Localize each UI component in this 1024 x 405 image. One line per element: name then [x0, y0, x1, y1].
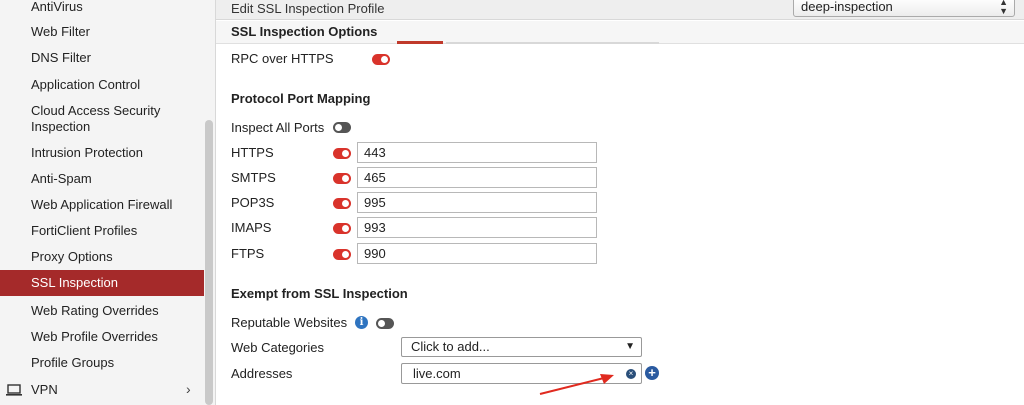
- exempt-heading: Exempt from SSL Inspection: [231, 286, 408, 301]
- toggle-knob: [335, 124, 342, 131]
- smtps-toggle[interactable]: [333, 173, 351, 184]
- sidebar-item-label: Proxy Options: [31, 249, 113, 264]
- sidebar-item-label: Anti-Spam: [31, 171, 92, 186]
- rpc-over-https-toggle[interactable]: [372, 54, 390, 65]
- sidebar-item-profile-groups[interactable]: Profile Groups: [0, 355, 204, 371]
- inspect-all-ports-toggle[interactable]: [333, 122, 351, 133]
- sidebar-scrollbar[interactable]: [205, 120, 213, 405]
- sidebar-item-web-rating-overrides[interactable]: Web Rating Overrides: [0, 303, 204, 319]
- port-label-pop3s: POP3S: [231, 195, 275, 210]
- profile-select-value: deep-inspection: [801, 0, 893, 14]
- sidebar-item-label: FortiClient Profiles: [31, 223, 138, 238]
- web-categories-value: Click to add...: [411, 339, 490, 354]
- remove-address-icon[interactable]: ×: [626, 369, 636, 379]
- web-categories-select[interactable]: Click to add... ▼: [401, 337, 642, 357]
- rpc-over-https-label: RPC over HTTPS: [231, 51, 334, 66]
- toggle-knob: [342, 175, 349, 182]
- sidebar-item-anti-spam[interactable]: Anti-Spam: [0, 171, 204, 187]
- sidebar-item-intrusion-protection[interactable]: Intrusion Protection: [0, 145, 204, 161]
- inspect-all-ports-label: Inspect All Ports: [231, 120, 325, 135]
- protocol-port-mapping-heading: Protocol Port Mapping: [231, 91, 371, 106]
- reputable-websites-toggle[interactable]: [376, 318, 394, 329]
- sidebar-item-label: Web Profile Overrides: [31, 329, 158, 344]
- reputable-websites-label: Reputable Websites: [231, 315, 348, 330]
- sidebar-item-label: DNS Filter: [31, 50, 91, 65]
- sidebar-item-label: SSL Inspection: [31, 275, 118, 290]
- sidebar-item-label: AntiVirus: [31, 0, 83, 14]
- sidebar-item-antivirus[interactable]: AntiVirus: [0, 0, 204, 15]
- active-tab-indicator: [397, 41, 443, 44]
- sidebar-item-web-filter[interactable]: Web Filter: [0, 24, 204, 40]
- toggle-knob: [381, 56, 388, 63]
- port-label-smtps: SMTPS: [231, 170, 276, 185]
- sidebar-item-vpn[interactable]: VPN ›: [0, 381, 204, 398]
- sidebar-item-proxy-options[interactable]: Proxy Options: [0, 249, 204, 265]
- sidebar-item-forticlient-profiles[interactable]: FortiClient Profiles: [0, 223, 204, 239]
- sidebar-item-label: Intrusion Protection: [31, 145, 144, 160]
- toggle-knob: [342, 251, 349, 258]
- addresses-label: Addresses: [231, 366, 293, 381]
- updown-arrows-icon: ▲ ▼: [999, 0, 1008, 16]
- ftps-port-input[interactable]: [357, 243, 597, 264]
- pop3s-toggle[interactable]: [333, 198, 351, 209]
- sidebar-item-web-profile-overrides[interactable]: Web Profile Overrides: [0, 329, 204, 345]
- ftps-toggle[interactable]: [333, 249, 351, 260]
- main-panel: Edit SSL Inspection Profile deep-inspect…: [216, 0, 1024, 405]
- profile-select[interactable]: deep-inspection ▲ ▼: [793, 0, 1015, 17]
- page-title: Edit SSL Inspection Profile: [231, 1, 385, 16]
- section-bar: SSL Inspection Options: [216, 21, 1024, 44]
- port-label-imaps: IMAPS: [231, 220, 272, 235]
- https-port-input[interactable]: [357, 142, 597, 163]
- port-label-https: HTTPS: [231, 145, 274, 160]
- toggle-knob: [342, 225, 349, 232]
- imaps-port-input[interactable]: [357, 217, 597, 238]
- sidebar-item-ssl-inspection[interactable]: SSL Inspection: [0, 270, 204, 296]
- sidebar-item-label: VPN: [31, 382, 58, 397]
- imaps-toggle[interactable]: [333, 223, 351, 234]
- toggle-knob: [342, 200, 349, 207]
- section-title: SSL Inspection Options: [231, 24, 378, 39]
- dropdown-caret-icon: ▼: [625, 341, 635, 352]
- address-entry: live.com: [413, 366, 461, 381]
- sidebar-item-cloud-access-security-inspection[interactable]: Cloud Access Security Inspection: [0, 103, 204, 135]
- add-address-icon[interactable]: +: [645, 366, 659, 380]
- sidebar-item-label: Web Filter: [31, 24, 90, 39]
- sidebar-item-label: Web Application Firewall: [31, 197, 173, 212]
- sidebar-item-label: Profile Groups: [31, 355, 115, 370]
- sidebar: AntiVirus Web Filter DNS Filter Applicat…: [0, 0, 216, 405]
- sidebar-item-label: Cloud Access Security: [31, 103, 161, 118]
- info-icon[interactable]: i: [355, 316, 368, 329]
- sidebar-item-web-application-firewall[interactable]: Web Application Firewall: [0, 197, 204, 213]
- edit-header: Edit SSL Inspection Profile deep-inspect…: [216, 0, 1024, 20]
- laptop-icon: [6, 384, 22, 396]
- web-categories-label: Web Categories: [231, 340, 324, 355]
- port-label-ftps: FTPS: [231, 246, 265, 261]
- sidebar-item-application-control[interactable]: Application Control: [0, 77, 204, 93]
- toggle-knob: [342, 150, 349, 157]
- smtps-port-input[interactable]: [357, 167, 597, 188]
- sidebar-item-label: Application Control: [31, 77, 141, 92]
- toggle-knob: [378, 320, 385, 327]
- chevron-right-icon: ›: [186, 381, 191, 397]
- annotation-arrow-icon: [539, 374, 614, 395]
- sidebar-item-dns-filter[interactable]: DNS Filter: [0, 50, 204, 66]
- sidebar-item-label-line2: Inspection: [31, 119, 91, 134]
- https-toggle[interactable]: [333, 148, 351, 159]
- tab-underline: [446, 42, 659, 44]
- pop3s-port-input[interactable]: [357, 192, 597, 213]
- sidebar-item-label: Web Rating Overrides: [31, 303, 159, 318]
